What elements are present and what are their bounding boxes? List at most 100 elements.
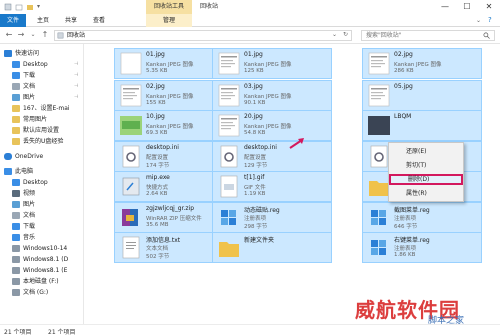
sidebar-item-label: 丢失的U盘经验 [23, 138, 64, 145]
address-dropdown-icon[interactable]: ⌄ [332, 31, 337, 38]
sidebar-item[interactable]: 167、设置E-mai [0, 103, 83, 114]
file-tile[interactable]: 右键菜单.reg 注册表项 1.86 KB [362, 232, 482, 263]
sidebar-item[interactable]: 文档 [0, 210, 83, 221]
search-icon[interactable] [483, 32, 490, 39]
sidebar-item-label: 下载 [23, 223, 36, 230]
star-icon [4, 50, 12, 57]
file-tile[interactable]: 动态磁贴.reg 注册表项 298 字节 [212, 202, 332, 233]
sidebar-item-label: Windows8.1 (E [23, 267, 68, 274]
status-bar: 21 个项目 21 个项目 [0, 324, 500, 336]
video-icon [12, 190, 20, 197]
sidebar-item-label: 常用图片 [23, 116, 48, 123]
registry-file-icon [366, 205, 392, 230]
menu-item-cut[interactable]: 剪切(T) [389, 160, 463, 171]
file-tile[interactable]: 02.jpg Kankan JPEG 图像 286 KB [362, 48, 482, 79]
sidebar-item[interactable]: 常用图片 [0, 114, 83, 125]
file-name: 20.jpg [244, 113, 263, 120]
file-size: 502 字节 [146, 254, 170, 260]
file-tile[interactable]: 20.jpg Kankan JPEG 图像 54.8 KB [212, 110, 332, 141]
sidebar-item[interactable]: Desktop [0, 177, 83, 188]
sidebar-item[interactable]: 图片 ⊣ [0, 92, 83, 103]
sidebar-item[interactable]: 快速访问 [0, 48, 83, 59]
menu-item-delete[interactable]: 删除(D) [389, 174, 463, 185]
sidebar-item-label: Desktop [23, 61, 48, 68]
file-tile[interactable]: t[1].gif GIF 文件 1.19 KB [212, 171, 332, 202]
sidebar-item[interactable]: Windows8.1 (D [0, 254, 83, 265]
file-type: WinRAR ZIP 压缩文件 [146, 216, 202, 222]
image-thumbnail [216, 83, 242, 108]
forward-button[interactable]: → [16, 30, 26, 40]
tab-file[interactable]: 文件 [0, 14, 26, 27]
cloud-icon [4, 153, 12, 160]
annotation-arrow [289, 138, 304, 149]
sidebar-item[interactable]: 视频 [0, 188, 83, 199]
search-input[interactable] [362, 31, 472, 40]
file-size: 54.8 KB [244, 130, 266, 136]
maximize-button[interactable]: ☐ [456, 0, 478, 14]
menu-item-properties[interactable]: 属性(R) [389, 188, 463, 199]
recycle-bin-icon [4, 3, 12, 11]
file-tile[interactable]: 01.jpg Kankan JPEG 图像 125 KB [212, 48, 332, 79]
file-type: Kankan JPEG 图像 [146, 62, 194, 68]
settings-file-icon [118, 144, 144, 169]
sidebar-item[interactable]: 丢失的U盘经验 [0, 136, 83, 147]
tab-view[interactable]: 查看 [88, 14, 110, 27]
file-name: LBQM [394, 113, 412, 120]
menu-item-restore[interactable]: 还原(E) [389, 146, 463, 157]
sidebar-item[interactable]: OneDrive [0, 151, 83, 162]
navigation-bar: ← → ⌄ ↑ 回收站 ⌄ ↻ [0, 27, 500, 44]
sidebar-item[interactable]: 文档 ⊣ [0, 81, 83, 92]
window-title: 回收站 [200, 3, 219, 10]
tab-manage[interactable]: 管理 [146, 14, 192, 27]
file-type: Kankan JPEG 图像 [244, 124, 292, 130]
quick-access-dropdown-icon[interactable]: ▾ [37, 3, 40, 10]
refresh-icon[interactable]: ↻ [343, 31, 348, 38]
computer-icon [4, 168, 12, 175]
properties-icon[interactable] [15, 3, 23, 11]
file-tile[interactable]: desktop.ini 配置设置 129 字节 [212, 141, 332, 172]
drive-icon [12, 278, 20, 285]
sidebar-item[interactable]: Desktop ⊣ [0, 59, 83, 70]
address-bar[interactable]: 回收站 ⌄ ↻ [54, 30, 352, 41]
recent-dropdown-icon[interactable]: ⌄ [28, 30, 38, 40]
selected-count: 21 个项目 [48, 329, 76, 336]
sidebar-item[interactable]: 此电脑 [0, 166, 83, 177]
sidebar-item[interactable]: 本地磁盘 (F:) [0, 276, 83, 287]
sidebar-item[interactable]: 文档 (G:) [0, 287, 83, 298]
file-name: 新建文件夹 [244, 237, 275, 244]
file-tile[interactable]: 截图菜单.reg 注册表项 646 字节 [362, 202, 482, 233]
sidebar-item[interactable]: 图片 [0, 199, 83, 210]
ribbon-tabs: 文件 主页 共享 查看 管理 ⌄ ? [0, 14, 500, 27]
music-icon [12, 234, 20, 241]
file-tile[interactable]: 新建文件夹 [212, 232, 332, 263]
close-button[interactable]: ✕ [478, 0, 500, 14]
file-tile[interactable]: 05.jpg [362, 80, 482, 111]
ribbon-expand-icon[interactable]: ⌄ [476, 17, 481, 24]
sidebar-item[interactable]: 下载 ⊣ [0, 70, 83, 81]
new-folder-icon[interactable] [26, 3, 34, 11]
sidebar-item[interactable]: 音乐 [0, 232, 83, 243]
file-size: 1.19 KB [244, 191, 266, 197]
desktop-icon [12, 179, 20, 186]
tab-share[interactable]: 共享 [60, 14, 82, 27]
sidebar-item[interactable]: 下载 [0, 221, 83, 232]
file-name: t[1].gif [244, 174, 265, 181]
minimize-button[interactable]: — [434, 0, 456, 14]
document-icon [12, 83, 20, 90]
sidebar-item-label: 音乐 [23, 234, 36, 241]
image-thumbnail [366, 83, 392, 108]
file-tile[interactable]: 03.jpg Kankan JPEG 图像 90.1 KB [212, 80, 332, 111]
file-tile[interactable]: LBQM [362, 110, 482, 141]
file-name: 添加信息.txt [146, 237, 181, 244]
sidebar-item[interactable]: Windows10-14 [0, 243, 83, 254]
file-size: 646 字节 [394, 224, 418, 230]
tab-home[interactable]: 主页 [32, 14, 54, 27]
file-name: 截图菜单.reg [394, 207, 430, 214]
sidebar-item[interactable]: 默认应用设置 [0, 125, 83, 136]
help-icon[interactable]: ? [488, 16, 492, 24]
up-button[interactable]: ↑ [40, 30, 50, 40]
back-button[interactable]: ← [4, 30, 14, 40]
sidebar-item[interactable]: Windows8.1 (E [0, 265, 83, 276]
file-type: Kankan JPEG 图像 [244, 94, 292, 100]
search-box[interactable] [361, 30, 495, 41]
